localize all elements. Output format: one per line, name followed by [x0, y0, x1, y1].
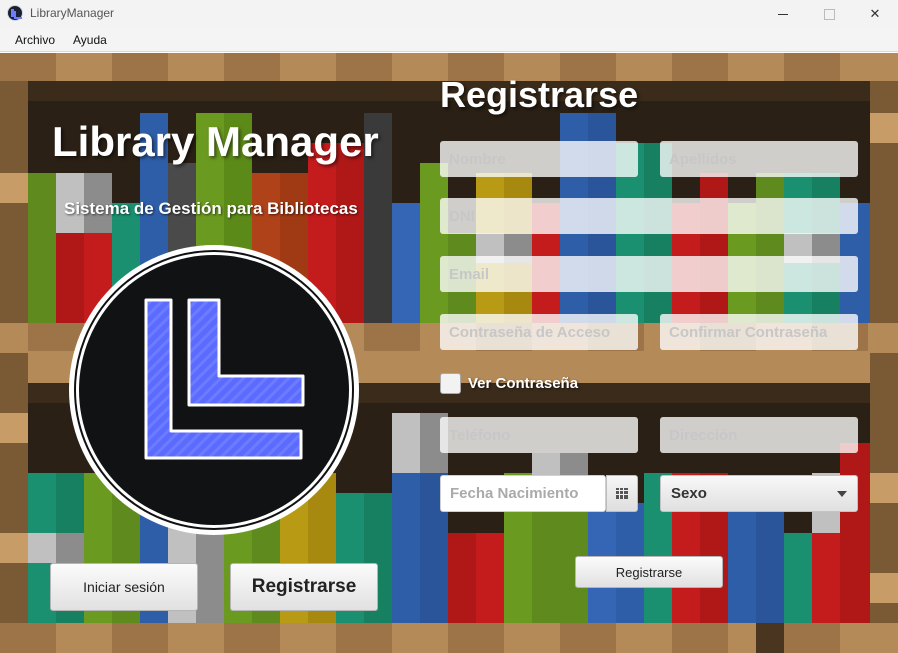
password-field[interactable]: Contraseña de Acceso — [440, 314, 638, 350]
register-nav-button[interactable]: Registrarse — [230, 563, 378, 611]
window-title: LibraryManager — [30, 6, 115, 20]
close-button[interactable]: ✕ — [852, 0, 898, 28]
nombre-field[interactable]: Nombre — [440, 141, 638, 177]
form-title: Registrarse — [440, 74, 639, 115]
show-password-label[interactable]: Ver Contraseña — [468, 375, 578, 392]
library-logo — [69, 245, 359, 535]
menu-archivo[interactable]: Archivo — [15, 33, 55, 47]
show-password-checkbox[interactable] — [440, 373, 461, 394]
minimize-button[interactable] — [760, 0, 806, 28]
chevron-down-icon — [837, 491, 847, 497]
title-bar: LibraryManager ✕ — [0, 0, 898, 28]
dni-field[interactable]: DNI — [440, 198, 858, 234]
sexo-select[interactable]: Sexo — [660, 475, 858, 512]
apellidos-field[interactable]: Apellidos — [660, 141, 858, 177]
maximize-button[interactable] — [806, 0, 852, 28]
birthdate-field[interactable]: Fecha Nacimiento — [440, 475, 606, 512]
register-submit-button[interactable]: Registrarse — [575, 556, 723, 588]
email-field[interactable]: Email — [440, 256, 858, 292]
app-title: Library Manager — [52, 118, 379, 165]
confirm-password-field[interactable]: Confirmar Contraseña — [660, 314, 858, 350]
calendar-icon — [616, 488, 628, 499]
direccion-field[interactable]: Dirección — [660, 417, 858, 453]
sexo-selected-value: Sexo — [671, 485, 707, 502]
login-button[interactable]: Iniciar sesión — [50, 563, 198, 611]
app-subtitle: Sistema de Gestión para Bibliotecas — [64, 199, 358, 218]
double-l-icon — [144, 298, 305, 460]
date-picker-button[interactable] — [606, 475, 638, 512]
telefono-field[interactable]: Teléfono — [440, 417, 638, 453]
app-icon — [7, 5, 23, 21]
menu-ayuda[interactable]: Ayuda — [73, 33, 107, 47]
menu-bar: Archivo Ayuda — [0, 28, 898, 52]
